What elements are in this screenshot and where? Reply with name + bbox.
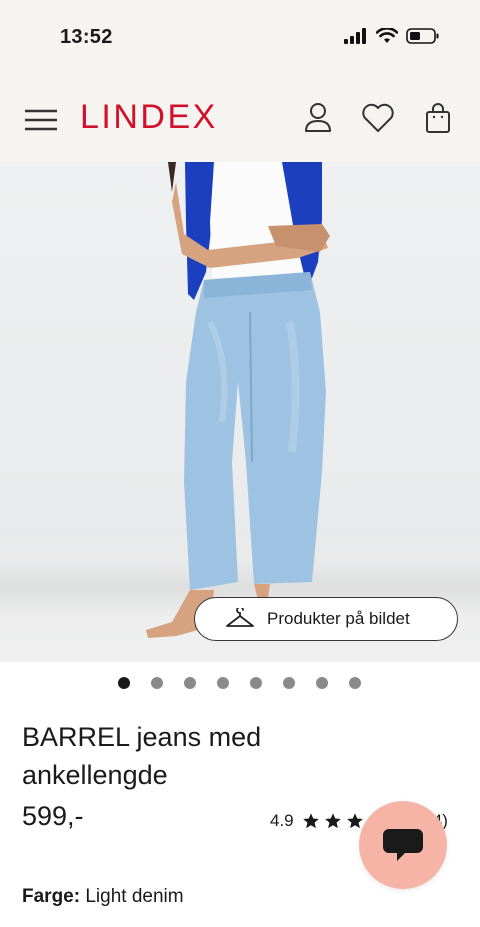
status-time: 13:52 — [60, 26, 113, 48]
battery-icon — [406, 28, 439, 44]
wifi-icon — [376, 28, 398, 43]
lindex-logo[interactable]: LINDEX — [80, 98, 218, 137]
model-illustration — [146, 162, 330, 638]
product-price: 599,- — [22, 801, 84, 831]
cart-button[interactable] — [420, 100, 456, 136]
site-header: LINDEX — [0, 80, 480, 162]
status-icons — [344, 28, 440, 44]
hanger-icon — [226, 608, 254, 627]
carousel-dot[interactable] — [315, 677, 328, 689]
color-selection: Farge: Light denim — [22, 886, 184, 908]
user-icon — [305, 103, 331, 132]
carousel-dot[interactable] — [249, 677, 262, 689]
hamburger-icon — [25, 109, 57, 131]
carousel-dot[interactable] — [183, 677, 196, 689]
chat-button[interactable] — [359, 801, 447, 889]
color-label: Farge: — [22, 886, 81, 907]
shopping-bag-icon — [426, 103, 450, 133]
star-icon — [346, 813, 363, 829]
chat-bubble-icon — [383, 829, 423, 861]
image-carousel-dots — [0, 677, 480, 693]
carousel-dot[interactable] — [150, 677, 163, 689]
carousel-dot[interactable] — [117, 677, 130, 689]
products-in-image-label: Produkter på bildet — [267, 609, 410, 628]
account-button[interactable] — [300, 100, 336, 136]
status-bar: 13:52 — [0, 0, 480, 80]
product-title: BARREL jeans med ankellengde — [22, 722, 262, 790]
rating-value: 4.9 — [270, 811, 294, 830]
color-value: Light denim — [85, 886, 184, 907]
star-icon — [324, 813, 341, 829]
heart-icon — [362, 103, 394, 132]
products-in-image-button[interactable]: Produkter på bildet — [194, 597, 458, 641]
menu-button[interactable] — [24, 104, 58, 134]
carousel-dot[interactable] — [216, 677, 229, 689]
carousel-dot[interactable] — [348, 677, 361, 689]
signal-icon — [344, 28, 366, 44]
product-image[interactable]: Produkter på bildet — [0, 162, 480, 662]
carousel-dot[interactable] — [282, 677, 295, 689]
wishlist-button[interactable] — [360, 100, 396, 136]
star-icon — [302, 813, 319, 829]
